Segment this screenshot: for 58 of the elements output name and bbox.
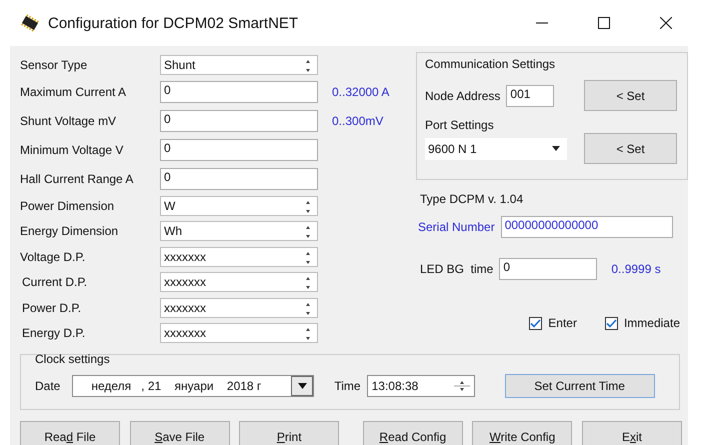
maximize-icon[interactable] (598, 17, 610, 29)
checkbox[interactable] (529, 316, 542, 330)
spin-field[interactable]: xxxxxxx (160, 298, 318, 318)
input-field[interactable]: 0 (499, 258, 598, 280)
input-field[interactable]: 0 (160, 138, 318, 161)
spin-field[interactable]: Shunt (160, 54, 318, 75)
action-button[interactable]: Print (239, 420, 340, 445)
dropdown-arrow-icon[interactable] (298, 382, 307, 389)
field-label: Node Address (425, 88, 500, 102)
dropdown-arrow-icon[interactable] (552, 146, 560, 151)
close-icon[interactable] (660, 17, 672, 29)
field-label: Power Dimension (20, 199, 116, 214)
serial-label: Serial Number (418, 220, 495, 234)
group-title: Communication Settings (425, 57, 556, 71)
field-label: Time (334, 378, 361, 393)
set-button[interactable]: < Set (584, 80, 677, 111)
range-hint: 0..32000 A (332, 84, 390, 99)
set-time-button[interactable]: Set Current Time (504, 374, 655, 398)
field-label: Hall Current Range A (20, 172, 134, 186)
checkbox-label: Immediate (624, 316, 680, 330)
action-button[interactable]: Save File (130, 420, 230, 445)
window-title: Configuration for DCPM02 SmartNET (48, 14, 298, 32)
input-field[interactable]: 0 (160, 168, 318, 190)
action-button[interactable]: Read File (20, 420, 120, 445)
group-title: Clock settings (35, 352, 111, 366)
range-hint: 0..300mV (332, 114, 384, 128)
spin-field[interactable]: xxxxxxx (160, 246, 318, 267)
field-label: Voltage D.P. (20, 250, 86, 264)
version-text: Type DCPM v. 1.04 (420, 192, 524, 206)
action-button[interactable]: Read Config (362, 420, 463, 445)
serial-field[interactable]: 00000000000000 (500, 216, 673, 238)
input-field[interactable]: 0 (160, 110, 318, 132)
date-picker[interactable]: неделя , 21 януари 2018 г (72, 374, 314, 397)
field-label: Date (35, 378, 60, 393)
field-label: LED BG time (420, 262, 494, 276)
spin-field[interactable]: Wh (160, 221, 318, 242)
field-label: Current D.P. (21, 275, 88, 290)
spin-field[interactable]: xxxxxxx (160, 323, 318, 344)
field-label: Port Settings (425, 118, 495, 132)
field-label: Sensor Type (20, 58, 88, 72)
field-label: Power D.P. (21, 300, 82, 315)
checkbox[interactable] (604, 316, 618, 330)
set-button[interactable]: < Set (584, 133, 677, 164)
port-dropdown[interactable]: 9600 N 1 (425, 138, 567, 160)
field-label: Energy D.P. (21, 326, 86, 340)
field-label: Shunt Voltage mV (20, 114, 118, 128)
action-button[interactable]: Exit (582, 420, 682, 445)
spin-field[interactable]: xxxxxxx (160, 272, 318, 292)
field-label: Maximum Current A (20, 84, 128, 99)
field-label: Minimum Voltage V (20, 142, 124, 157)
input-field[interactable]: 001 (506, 84, 554, 106)
spin-field[interactable]: W (160, 196, 318, 216)
range-hint: 0..9999 s (611, 262, 661, 276)
time-field[interactable]: 13:08:38 (366, 374, 475, 397)
action-button[interactable]: Write Config (472, 420, 572, 445)
input-field[interactable]: 0 (160, 80, 318, 103)
checkbox-label: Enter (548, 316, 577, 330)
field-label: Energy Dimension (20, 224, 120, 238)
